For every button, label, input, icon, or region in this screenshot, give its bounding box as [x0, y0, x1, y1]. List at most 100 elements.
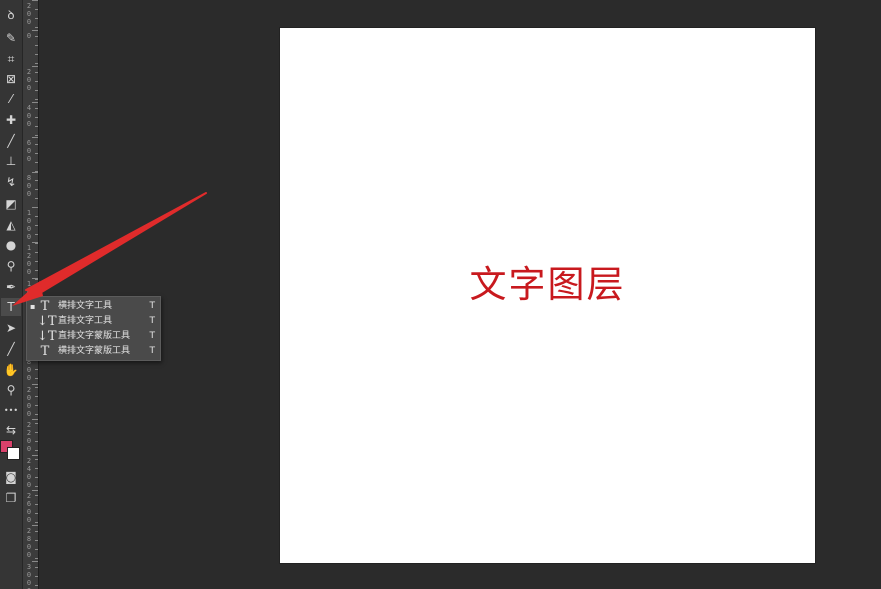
ruler-tick: [32, 30, 38, 31]
background-color-swatch[interactable]: [7, 447, 20, 460]
ruler-minor-tick: [35, 558, 38, 559]
flyout-item-vertical-type-mask[interactable]: ↓T 直排文字蒙版工具 T: [27, 329, 160, 344]
ruler-tick: [32, 561, 38, 562]
ruler-label: 200: [26, 68, 32, 92]
type-tool-flyout-menu: ▪ T 横排文字工具 T ↓T 直排文字工具 T ↓T 直排文字蒙版工具 T T 横排文字蒙版工具 T: [26, 296, 161, 361]
selected-bullet: ▪: [30, 302, 36, 311]
color-swatches[interactable]: [0, 436, 22, 464]
vertical-type-icon: ↓T: [37, 314, 57, 329]
ruler-minor-tick: [35, 0, 38, 1]
ruler-minor-tick: [35, 423, 38, 424]
quick-select-icon[interactable]: ✎: [1, 29, 21, 47]
eyedropper-icon[interactable]: ⁄: [1, 90, 21, 108]
ruler-minor-tick: [35, 486, 38, 487]
ruler-minor-tick: [35, 252, 38, 253]
ruler-minor-tick: [35, 396, 38, 397]
shortcut-key: T: [149, 316, 156, 326]
ruler-minor-tick: [35, 567, 38, 568]
ruler-tick: [32, 102, 38, 103]
ruler-minor-tick: [35, 477, 38, 478]
frame-icon[interactable]: ⊠: [1, 70, 21, 88]
ruler-minor-tick: [35, 243, 38, 244]
ruler-minor-tick: [35, 63, 38, 64]
ruler-minor-tick: [35, 504, 38, 505]
paint-bucket-icon[interactable]: ◭: [1, 216, 21, 234]
ruler-minor-tick: [35, 432, 38, 433]
ruler-minor-tick: [35, 144, 38, 145]
flyout-item-horizontal-type-mask[interactable]: T 横排文字蒙版工具 T: [27, 344, 160, 359]
canvas-text-layer[interactable]: 文字图层: [280, 254, 815, 308]
ruler-label: 2800: [26, 527, 32, 559]
flyout-item-label: 横排文字工具: [58, 301, 113, 311]
ruler-label: 2200: [26, 421, 32, 453]
ruler-minor-tick: [35, 198, 38, 199]
ruler-minor-tick: [35, 9, 38, 10]
pen-icon[interactable]: ✒: [1, 278, 21, 296]
vertical-ruler: 2000200400600800100012001400160018002000…: [23, 0, 39, 589]
ruler-minor-tick: [35, 369, 38, 370]
ruler-minor-tick: [35, 180, 38, 181]
ruler-minor-tick: [35, 549, 38, 550]
lasso-icon[interactable]: ꝺ: [1, 6, 21, 24]
ruler-tick: [32, 525, 38, 526]
more-tools-icon[interactable]: •••: [1, 402, 21, 420]
flyout-item-vertical-type[interactable]: ↓T 直排文字工具 T: [27, 314, 160, 329]
ruler-minor-tick: [35, 576, 38, 577]
ruler-label: 400: [26, 104, 32, 128]
line-icon[interactable]: ╱: [1, 340, 21, 358]
ruler-tick: [32, 384, 38, 385]
ruler-minor-tick: [35, 153, 38, 154]
ruler-minor-tick: [35, 540, 38, 541]
ruler-minor-tick: [35, 27, 38, 28]
quick-mask-icon[interactable]: ◙: [1, 468, 21, 486]
eraser-icon[interactable]: ◩: [1, 195, 21, 213]
ruler-label: 2000: [26, 386, 32, 418]
ruler-minor-tick: [35, 441, 38, 442]
brush-icon[interactable]: ╱: [1, 132, 21, 150]
ruler-minor-tick: [35, 99, 38, 100]
ruler-label: 3000: [26, 563, 32, 589]
shortcut-key: T: [149, 301, 156, 311]
shortcut-key: T: [149, 346, 156, 356]
document-canvas[interactable]: 文字图层: [280, 28, 815, 563]
flyout-item-label: 直排文字蒙版工具: [58, 331, 131, 341]
ruler-minor-tick: [35, 216, 38, 217]
flyout-item-horizontal-type[interactable]: ▪ T 横排文字工具 T: [27, 299, 160, 314]
healing-brush-icon[interactable]: ✚: [1, 111, 21, 129]
ruler-minor-tick: [35, 531, 38, 532]
ruler-minor-tick: [35, 90, 38, 91]
ruler-tick: [32, 455, 38, 456]
ruler-minor-tick: [35, 279, 38, 280]
blur-icon[interactable]: ●: [1, 236, 21, 254]
ruler-minor-tick: [35, 18, 38, 19]
ruler-minor-tick: [35, 207, 38, 208]
ruler-label: 800: [26, 174, 32, 198]
ruler-minor-tick: [35, 126, 38, 127]
ruler-minor-tick: [35, 225, 38, 226]
hand-icon[interactable]: ✋: [1, 361, 21, 379]
ruler-label: 2400: [26, 457, 32, 489]
screen-mode-icon[interactable]: ❐: [1, 489, 21, 507]
ruler-label: 2600: [26, 492, 32, 524]
type-icon[interactable]: T: [1, 298, 21, 316]
ruler-minor-tick: [35, 468, 38, 469]
ruler-tick: [32, 419, 38, 420]
ruler-tick: [32, 66, 38, 67]
path-select-icon[interactable]: ➤: [1, 319, 21, 337]
zoom-icon[interactable]: ⚲: [1, 381, 21, 399]
ruler-minor-tick: [35, 36, 38, 37]
ruler-label: 600: [26, 139, 32, 163]
crop-icon[interactable]: ⌗: [1, 50, 21, 68]
ruler-minor-tick: [35, 405, 38, 406]
dodge-icon[interactable]: ⚲: [1, 257, 21, 275]
ruler-minor-tick: [35, 459, 38, 460]
ruler-minor-tick: [35, 450, 38, 451]
history-brush-icon[interactable]: ↯: [1, 173, 21, 191]
ruler-label: 200: [26, 2, 32, 26]
ruler-tick: [32, 490, 38, 491]
ruler-tick: [32, 137, 38, 138]
ruler-label: 1000: [26, 209, 32, 241]
vertical-type-mask-icon: ↓T: [37, 329, 57, 344]
clone-stamp-icon[interactable]: ⊥: [1, 152, 21, 170]
ruler-minor-tick: [35, 387, 38, 388]
